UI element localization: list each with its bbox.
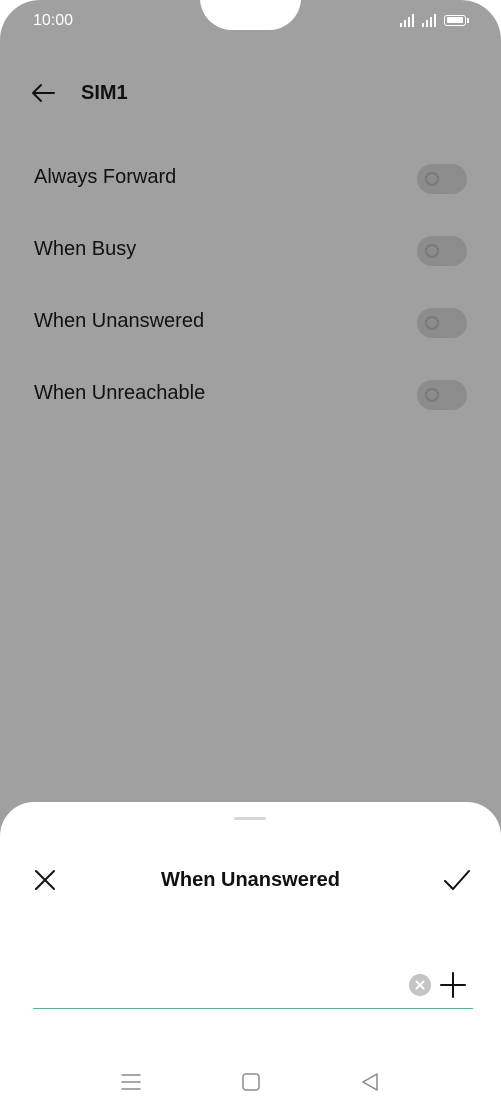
status-bar: 10:00 [0,0,501,44]
option-always-forward[interactable]: Always Forward [0,150,501,210]
forward-number-field [33,962,473,1009]
toggle-switch[interactable] [417,380,467,410]
toggle-knob [425,316,439,330]
option-label: When Busy [34,238,137,260]
page-header: SIM1 [0,70,501,118]
plus-icon[interactable] [439,971,467,999]
system-nav-bar [0,1062,501,1102]
battery-icon [444,14,469,26]
sheet-title: When Unanswered [161,869,340,891]
option-label: When Unreachable [34,382,206,404]
home-icon[interactable] [240,1071,262,1093]
clear-circle-icon[interactable] [409,974,431,996]
status-icons [400,13,469,27]
toggle-knob [425,172,439,186]
menu-icon[interactable] [120,1071,142,1093]
arrow-left-icon[interactable] [30,80,56,106]
sheet-grabber[interactable] [234,817,266,820]
toggle-knob [425,244,439,258]
option-when-busy[interactable]: When Busy [0,222,501,282]
status-time: 10:00 [33,12,74,29]
option-label: When Unanswered [34,310,205,332]
back-icon[interactable] [359,1071,381,1093]
signal-sim2-icon [422,13,436,27]
option-when-unanswered[interactable]: When Unanswered [0,294,501,354]
toggle-switch[interactable] [417,164,467,194]
check-icon[interactable] [443,868,471,892]
signal-sim1-icon [400,13,414,27]
phone-screen: 10:00 SIM1 Always Forward When Busy When… [0,0,501,1114]
toggle-switch[interactable] [417,308,467,338]
forward-number-input[interactable] [33,970,397,1002]
option-label: Always Forward [34,166,177,188]
toggle-switch[interactable] [417,236,467,266]
toggle-knob [425,388,439,402]
page-title: SIM1 [81,82,128,104]
option-when-unreachable[interactable]: When Unreachable [0,366,501,426]
